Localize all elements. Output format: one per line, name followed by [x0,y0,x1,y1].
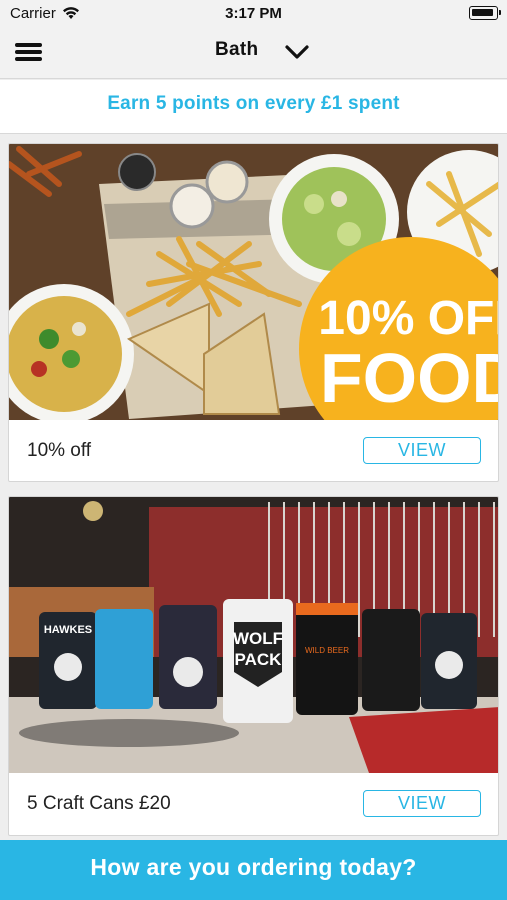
hamburger-menu-icon[interactable] [15,41,42,63]
offer-image-cans: WOLF PACK HAWKES WILD BEER [9,497,498,773]
offer-title: 10% off [27,440,92,461]
offer-title: 5 Craft Cans £20 [27,793,171,814]
order-type-bar[interactable]: How are you ordering today? [0,840,507,900]
chevron-down-icon [285,45,309,59]
location-name: Bath [215,39,259,60]
battery-icon [469,6,501,20]
can-label-hawkes: HAWKES [44,624,92,636]
badge-line-2: FOOD [320,339,499,417]
status-time: 3:17 PM [225,5,282,22]
offer-footer: 10% off VIEW [9,420,498,481]
badge-line-1: 10% OFF [318,292,499,345]
points-banner-text: Earn 5 points on every £1 spent [107,93,400,114]
view-button[interactable]: VIEW [363,437,481,464]
can-label-wild-beer: WILD BEER [305,646,349,655]
can-label-wolf: WOLF [233,629,283,648]
offer-card-craft-cans[interactable]: WOLF PACK HAWKES WILD BEER 5 Craft Cans … [8,496,499,836]
offer-image-food: 10% OFF FOOD [9,144,499,420]
offer-card-food[interactable]: 10% OFF FOOD 10% off VIEW [8,143,499,482]
can-label-pack: PACK [235,650,283,669]
view-button[interactable]: VIEW [363,790,481,817]
location-selector[interactable]: Bath [210,36,320,70]
navigation-bar: Bath [0,28,507,79]
offer-footer: 5 Craft Cans £20 VIEW [9,773,498,835]
order-prompt: How are you ordering today? [90,854,417,880]
status-bar: Carrier 3:17 PM [0,0,507,28]
points-banner: Earn 5 points on every £1 spent [0,80,507,134]
